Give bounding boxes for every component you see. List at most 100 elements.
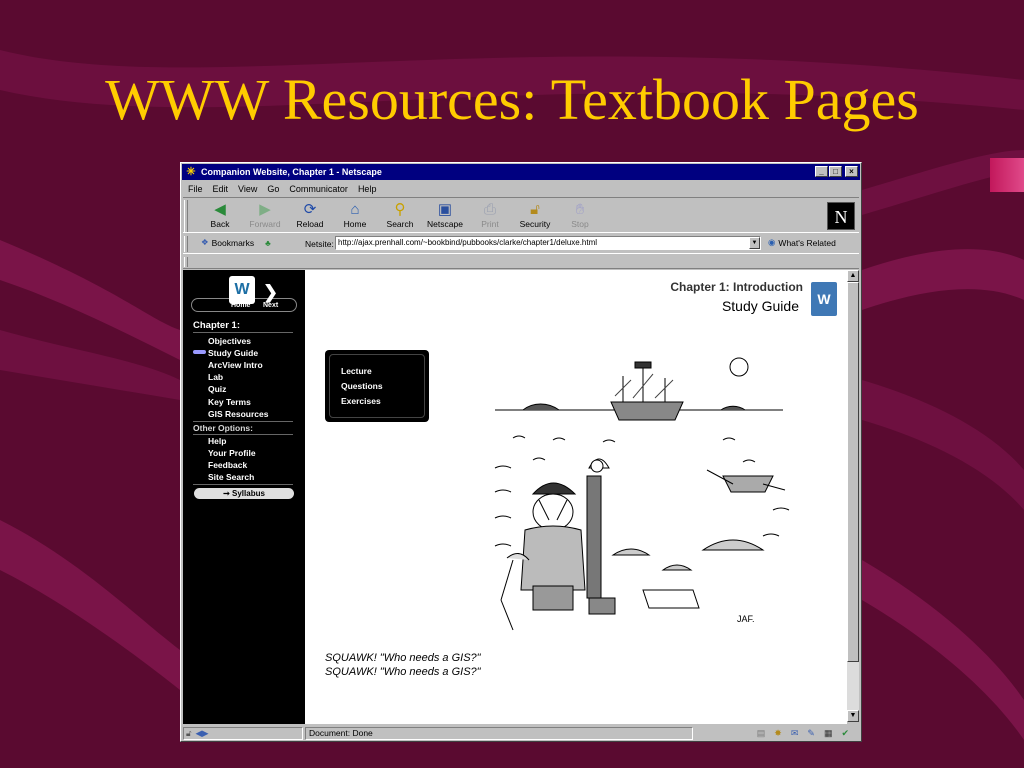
sidebar-item-arcview-intro[interactable]: ArcView Intro <box>208 360 263 370</box>
menu-edit[interactable]: Edit <box>208 184 234 194</box>
study-guide-title: Study Guide <box>721 298 799 314</box>
home-button[interactable]: ⌂ Home <box>334 201 376 229</box>
menu-link-exercises[interactable]: Exercises <box>341 396 381 406</box>
cartoon-caption: SQUAWK! "Who needs a GIS?" <box>325 666 481 678</box>
slide-title: WWW Resources: Textbook Pages <box>105 67 919 132</box>
status-security-area: 🔓︎ ◀▶ <box>183 726 303 740</box>
sidebar-item-study-guide[interactable]: Study Guide <box>208 348 258 358</box>
edit-page-icon[interactable]: ✔ <box>841 728 849 739</box>
location-toolbar: ❖ Bookmarks ♣ Netsite: http://ajax.prenh… <box>183 234 859 254</box>
sidebar-item-your-profile[interactable]: Your Profile <box>208 448 256 458</box>
menu-link-lecture[interactable]: Lecture <box>341 366 372 376</box>
netscape-icon: ▣ <box>437 201 453 218</box>
netscape-logo[interactable]: N <box>827 202 855 230</box>
security-button[interactable]: 🔓︎ Security <box>514 201 556 229</box>
discussions-icon[interactable]: ✎ <box>807 728 815 739</box>
scroll-track[interactable] <box>847 282 859 710</box>
title-bar[interactable]: ✳ Companion Website, Chapter 1 - Netscap… <box>182 164 860 180</box>
navigation-toolbar: ◀ Back ▶ Forward ⟳ Reload ⌂ Home ⚲ Searc… <box>183 197 859 233</box>
vertical-scrollbar[interactable]: ▲ ▼ <box>847 270 859 724</box>
minimize-button[interactable]: _ <box>815 166 828 177</box>
sidebar-item-objectives[interactable]: Objectives <box>208 336 251 346</box>
back-button[interactable]: ◀ Back <box>199 201 241 229</box>
study-guide-menu: Lecture Questions Exercises <box>325 350 429 422</box>
logo-next-link[interactable]: Next <box>263 302 278 309</box>
personal-toolbar <box>183 255 859 269</box>
pirate-cartoon: JAF. <box>494 357 790 631</box>
menu-go[interactable]: Go <box>262 184 284 194</box>
chapter-logo-icon: W <box>811 282 837 316</box>
connection-icon: ◀▶ <box>195 727 209 738</box>
bookmarks-button[interactable]: ❖ Bookmarks ♣ <box>201 237 271 248</box>
current-page-marker-icon <box>193 350 206 354</box>
toolbar-grip[interactable] <box>184 200 188 232</box>
sidebar-item-quiz[interactable]: Quiz <box>208 384 226 394</box>
menu-view[interactable]: View <box>233 184 262 194</box>
reload-icon: ⟳ <box>303 201 317 218</box>
scroll-up-button[interactable]: ▲ <box>847 270 859 282</box>
sidebar-item-site-search[interactable]: Site Search <box>208 472 254 482</box>
search-button[interactable]: ⚲ Search <box>379 201 421 229</box>
personal-grip[interactable] <box>184 257 188 267</box>
menu-help[interactable]: Help <box>353 184 382 194</box>
back-arrow-icon: ◀ <box>214 201 226 218</box>
mail-icon[interactable]: ✉ <box>791 728 799 739</box>
whats-related-button[interactable]: ◉ What's Related <box>768 237 836 248</box>
menu-bar: File Edit View Go Communicator Help <box>183 181 381 196</box>
syllabus-button[interactable]: ➞ Syllabus <box>194 488 294 499</box>
page-content: W ❯ Home Next Chapter 1: Objectives Stud… <box>183 270 847 724</box>
menu-link-questions[interactable]: Questions <box>341 381 383 391</box>
logo-home-link[interactable]: Home <box>231 302 250 309</box>
bookmarks-icon: ❖ <box>201 237 209 247</box>
forward-button[interactable]: ▶ Forward <box>244 201 286 229</box>
stop-button[interactable]: ✋︎ Stop <box>559 201 601 229</box>
print-button[interactable]: ⎙ Print <box>469 201 511 229</box>
menu-communicator[interactable]: Communicator <box>284 184 353 194</box>
scroll-thumb[interactable] <box>847 282 859 662</box>
netscape-app-icon: ✳ <box>186 166 196 178</box>
chapter-heading: Chapter 1: <box>193 320 240 331</box>
page-proxy-icon[interactable]: ♣ <box>265 238 271 248</box>
home-icon: ⌂ <box>350 201 360 218</box>
next-arrow-icon[interactable]: ❯ <box>263 282 278 303</box>
home-logo-icon[interactable]: W <box>229 276 255 304</box>
window-title: Companion Website, Chapter 1 - Netscape <box>201 167 382 177</box>
maximize-button[interactable]: □ <box>829 166 842 177</box>
print-icon: ⎙ <box>483 201 496 218</box>
forward-arrow-icon: ▶ <box>259 201 271 218</box>
window-controls: _ □ × <box>815 166 858 177</box>
other-options-heading: Other Options: <box>193 423 253 433</box>
close-button[interactable]: × <box>845 166 858 177</box>
menu-file[interactable]: File <box>183 184 208 194</box>
sidebar-divider <box>193 332 293 333</box>
stop-icon: ✋︎ <box>575 201 585 218</box>
progress-indicator-icon: ▤ <box>756 727 766 738</box>
search-icon: ⚲ <box>394 201 406 218</box>
sidebar-logo: W ❯ Home Next <box>191 276 297 316</box>
chapter-title: Chapter 1: Introduction <box>670 280 803 294</box>
sidebar-item-gis-resources[interactable]: GIS Resources <box>208 409 268 419</box>
sidebar-divider <box>193 421 293 422</box>
status-text: Document: Done <box>305 726 693 740</box>
scroll-down-button[interactable]: ▼ <box>847 710 859 722</box>
netscape-button[interactable]: ▣ Netscape <box>424 201 466 229</box>
cartoon-caption: SQUAWK! "Who needs a GIS?" <box>325 652 481 664</box>
netsite-label: Netsite: <box>305 239 334 249</box>
location-grip[interactable] <box>184 236 188 252</box>
arrow-right-icon: ➞ <box>223 489 233 498</box>
sidebar-item-lab[interactable]: Lab <box>208 372 223 382</box>
sidebar-item-help[interactable]: Help <box>208 436 226 446</box>
url-field[interactable]: http://ajax.prenhall.com/~bookbind/pubbo… <box>335 236 761 250</box>
reload-button[interactable]: ⟳ Reload <box>289 201 331 229</box>
course-sidebar: W ❯ Home Next Chapter 1: Objectives Stud… <box>183 270 305 724</box>
sidebar-divider <box>193 434 293 435</box>
url-dropdown-button[interactable]: ▼ <box>749 237 760 249</box>
status-bar: 🔓︎ ◀▶ Document: Done ▤ ✸ ✉ ✎ ▦ ✔ <box>183 726 859 740</box>
decorative-tab <box>990 158 1024 192</box>
sidebar-item-key-terms[interactable]: Key Terms <box>208 397 251 407</box>
sidebar-item-feedback[interactable]: Feedback <box>208 460 247 470</box>
browser-window: ✳ Companion Website, Chapter 1 - Netscap… <box>180 162 862 742</box>
composer-icon[interactable]: ▦ <box>824 728 833 739</box>
security-lock-icon[interactable]: 🔓︎ <box>186 728 192 739</box>
navigator-icon[interactable]: ✸ <box>774 728 782 739</box>
